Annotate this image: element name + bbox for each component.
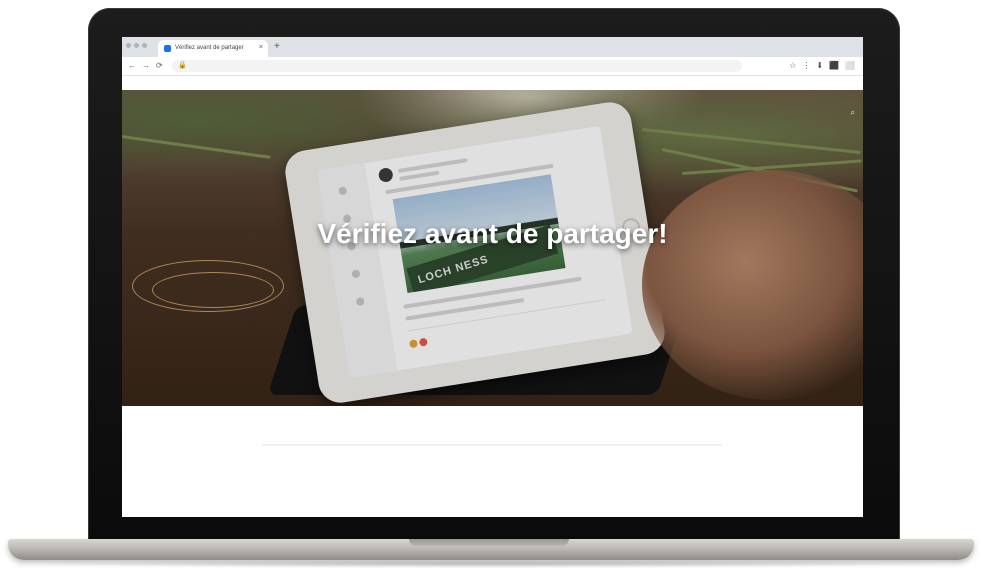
laptop-notch — [409, 539, 569, 546]
address-bar[interactable]: 🔒 — [172, 60, 742, 72]
download-icon[interactable]: ⬇ — [816, 61, 823, 71]
new-tab-button[interactable]: + — [274, 41, 280, 53]
article-paragraph — [257, 493, 727, 502]
article-paragraph — [257, 461, 727, 479]
minimize-window-icon[interactable] — [134, 43, 139, 48]
reload-button[interactable]: ⟳ — [156, 60, 163, 72]
menu-icon[interactable]: ⋮ — [802, 61, 810, 71]
window-controls[interactable] — [126, 43, 147, 48]
lock-icon: 🔒 — [178, 62, 187, 69]
browser-tab-strip: Vérifiez avant de partager × + — [122, 37, 863, 57]
bookmarks-bar — [122, 76, 863, 90]
forward-button[interactable]: → — [142, 60, 150, 72]
browser-toolbar: ← → ⟳ 🔒 ☆ ⋮ ⬇ ⬛ ⬜ — [122, 57, 863, 76]
close-window-icon[interactable] — [126, 43, 131, 48]
back-button[interactable]: ← — [128, 60, 136, 72]
bookmark-star-icon[interactable]: ☆ — [789, 61, 796, 71]
browser-tab-active[interactable]: Vérifiez avant de partager × — [158, 40, 268, 57]
tab-title: Vérifiez avant de partager — [175, 45, 244, 51]
section-divider — [262, 444, 722, 446]
page-title: Vérifiez avant de partager! — [317, 218, 668, 249]
laptop-shadow — [40, 560, 940, 568]
search-icon[interactable]: ⌕ — [851, 108, 855, 118]
tab-close-icon[interactable]: × — [259, 43, 263, 53]
favicon-icon — [164, 45, 171, 52]
extension-icons: ☆ ⋮ ⬇ ⬛ ⬜ — [789, 61, 855, 71]
laptop-screen: Vérifiez avant de partager × + ← → ⟳ 🔒 ☆… — [122, 37, 863, 517]
article-body — [122, 406, 863, 517]
extension-icon[interactable]: ⬛ — [829, 61, 839, 71]
maximize-window-icon[interactable] — [142, 43, 147, 48]
profile-icon[interactable]: ⬜ — [845, 61, 855, 71]
hero-banner: LOCH NESS ⌕ Vérifiez avant de partager! — [122, 90, 863, 406]
